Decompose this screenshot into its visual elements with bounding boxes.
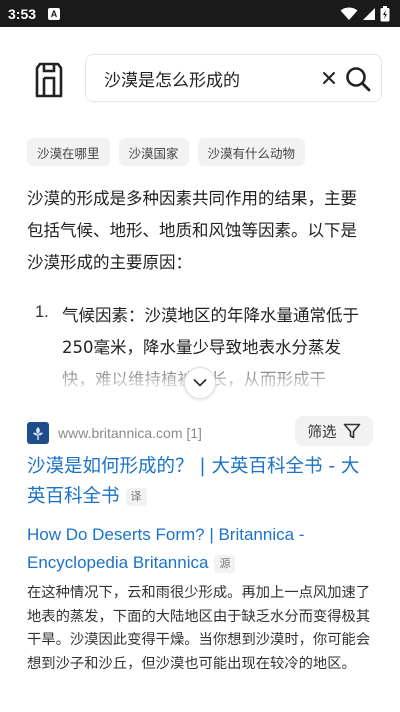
status-time: 3:53	[8, 5, 37, 22]
thistle-icon	[33, 427, 43, 440]
result-subtitle-text[interactable]: How Do Deserts Form? | Britannica - Ency…	[27, 525, 304, 572]
filter-button[interactable]: 筛选	[295, 416, 373, 446]
status-bar: 3:53 A	[0, 0, 400, 27]
app-logo-icon[interactable]	[31, 60, 67, 100]
filter-icon	[343, 423, 360, 439]
signal-icon	[363, 7, 375, 20]
search-box[interactable]	[85, 54, 382, 102]
result-site-url[interactable]: www.britannica.com [1]	[58, 425, 202, 441]
source-tag[interactable]: 源	[214, 554, 236, 573]
search-input[interactable]	[104, 68, 304, 88]
result-site-row: www.britannica.com [1] 筛选	[27, 416, 373, 446]
chevron-down-icon	[193, 379, 207, 387]
battery-icon	[380, 5, 390, 21]
suggestion-chip[interactable]: 沙漠在哪里	[27, 138, 110, 166]
close-icon[interactable]	[320, 69, 338, 87]
translate-tag[interactable]: 译	[125, 488, 147, 506]
result-title[interactable]: 沙漠是如何形成的？ | 大英百科全书 - 大英百科全书译	[27, 452, 373, 512]
suggestion-chips: 沙漠在哪里 沙漠国家 沙漠有什么动物	[27, 138, 306, 166]
result-snippet: 在这种情况下，云和雨很少形成。再加上一点风加速了地表的蒸发，下面的大陆地区由于缺…	[27, 585, 371, 672]
notification-letter: A	[50, 8, 58, 19]
notification-icon: A	[48, 7, 61, 20]
expand-answer-button[interactable]	[184, 367, 216, 399]
list-item-number: 1.	[35, 303, 49, 321]
status-icons	[340, 5, 390, 22]
britannica-favicon-icon	[27, 422, 49, 444]
wifi-icon	[340, 7, 358, 20]
filter-label: 筛选	[307, 424, 337, 441]
suggestion-chip[interactable]: 沙漠国家	[118, 138, 189, 166]
result-title-text[interactable]: 沙漠是如何形成的？ | 大英百科全书 - 大英百科全书	[27, 456, 359, 507]
list-item-text: 气候因素：沙漠地区的年降水量通常低于250毫米，降水量少导致地表水分蒸发快，难以…	[62, 306, 359, 389]
result-subtitle[interactable]: How Do Deserts Form? | Britannica - Ency…	[27, 521, 373, 577]
search-icon[interactable]	[344, 65, 372, 93]
answer-intro: 沙漠的形成是多种因素共同作用的结果，主要包括气候、地形、地质和风蚀等因素。以下是…	[27, 189, 357, 272]
suggestion-chip[interactable]: 沙漠有什么动物	[197, 138, 306, 166]
